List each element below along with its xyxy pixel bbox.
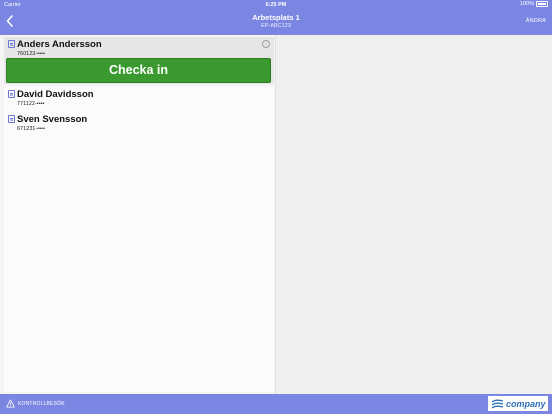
bottom-toolbar: KONTROLLBESÖK company	[0, 394, 552, 414]
people-list: David Davidsson 771122-•••• Sven Svensso…	[4, 87, 274, 392]
selected-person-card[interactable]: Anders Andersson 760123-•••• i Checka in	[4, 37, 274, 84]
page-title: Arbetsplats 1	[252, 13, 300, 22]
navbar-title-group: Arbetsplats 1 EP-ABC123	[0, 13, 552, 29]
selected-person: Anders Andersson 760123-••••	[8, 39, 268, 57]
battery-percent: 100%	[519, 1, 534, 7]
battery-status: 100%	[520, 1, 548, 7]
people-panel: Anders Andersson 760123-•••• i Checka in…	[0, 35, 276, 394]
person-id: 760123-••••	[17, 51, 45, 57]
page-subtitle: EP-ABC123	[261, 23, 291, 29]
info-icon[interactable]: i	[262, 40, 270, 48]
checkin-button[interactable]: Checka in	[6, 58, 271, 83]
company-logo: company	[488, 396, 548, 411]
list-item[interactable]: David Davidsson 771122-••••	[8, 89, 268, 107]
person-id: 771122-••••	[17, 101, 45, 107]
status-time: 6:25 PM	[265, 1, 287, 8]
battery-icon	[536, 1, 548, 7]
edit-button[interactable]: ÄNDRA	[526, 18, 546, 24]
document-icon	[8, 115, 15, 123]
document-icon	[8, 90, 15, 98]
company-logo-icon	[491, 399, 504, 409]
person-name: Sven Svensson	[17, 114, 88, 125]
document-icon	[8, 40, 15, 48]
navigation-bar: Arbetsplats 1 EP-ABC123 ÄNDRA	[0, 9, 552, 35]
list-item[interactable]: Sven Svensson 671231-••••	[8, 114, 268, 132]
person-name: David Davidsson	[17, 89, 94, 100]
person-name: Anders Andersson	[17, 39, 102, 50]
detail-panel	[277, 35, 552, 394]
company-logo-text: company	[506, 398, 546, 409]
kontrollbesok-label: KONTROLLBESÖK	[18, 400, 65, 407]
kontrollbesok-button[interactable]: KONTROLLBESÖK	[6, 399, 65, 408]
warning-icon	[6, 399, 15, 408]
person-id: 671231-••••	[17, 126, 45, 132]
status-bar: Carrier 6:25 PM 100%	[0, 0, 552, 9]
